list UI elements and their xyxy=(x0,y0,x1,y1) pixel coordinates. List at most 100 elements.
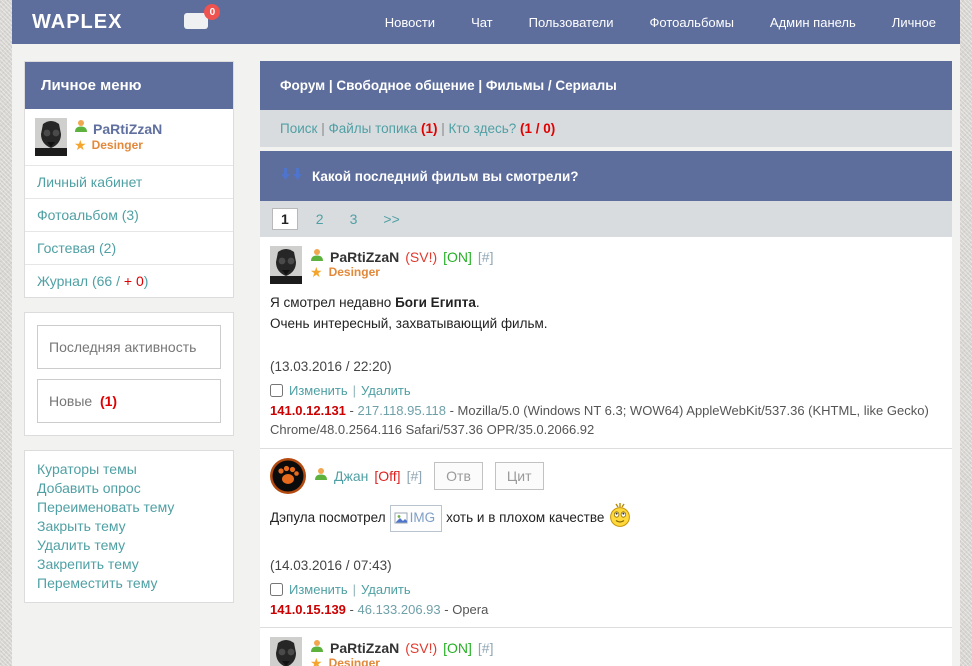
page-2-link[interactable]: 2 xyxy=(308,209,332,229)
sidebar-item-label: Фотоальбом xyxy=(37,207,118,223)
post-anchor-link[interactable]: [#] xyxy=(407,468,423,484)
post-date: (14.03.2016 / 07:43) xyxy=(270,558,942,573)
who-is-here-link[interactable]: Кто здесь? xyxy=(449,121,517,136)
nav-chat[interactable]: Чат xyxy=(471,15,493,30)
sidebar-item-guestbook[interactable]: Гостевая (2) xyxy=(25,231,233,264)
post-author-avatar[interactable] xyxy=(270,637,302,666)
action-delete-topic[interactable]: Удалить тему xyxy=(37,536,221,555)
post-select-checkbox[interactable] xyxy=(270,384,283,397)
img-placeholder-label: IMG xyxy=(410,508,436,529)
page-current: 1 xyxy=(272,208,298,230)
post-edit-link[interactable]: Изменить xyxy=(289,582,348,597)
post-select-checkbox[interactable] xyxy=(270,583,283,596)
topic-title: Какой последний фильм вы смотрели? xyxy=(312,169,579,184)
quote-button[interactable]: Цит xyxy=(495,462,544,490)
action-rename-topic[interactable]: Переименовать тему xyxy=(37,498,221,517)
page-wrapper: WAPLEX 0 Новости Чат Пользователи Фотоал… xyxy=(12,0,960,666)
nav-photoalbums[interactable]: Фотоальбомы xyxy=(650,15,734,30)
new-items-button[interactable]: Новые (1) xyxy=(37,379,221,423)
post-author-name[interactable]: Джан xyxy=(334,468,368,484)
messages-count-badge: 0 xyxy=(204,4,220,20)
messages-button[interactable]: 0 xyxy=(184,9,214,35)
topic-files-link[interactable]: Файлы топика xyxy=(328,121,417,136)
user-role: Desinger xyxy=(92,138,143,152)
post: Джан [Off] [#] Отв Цит Дэпула посмотрел I… xyxy=(260,449,952,628)
ip-separator: - xyxy=(350,602,354,617)
post-delete-link[interactable]: Удалить xyxy=(361,383,411,398)
sidebar-item-label: Личный кабинет xyxy=(37,174,142,190)
sidebar-item-label: Гостевая xyxy=(37,240,95,256)
breadcrumb-bar: Форум | Свободное общение | Фильмы / Сер… xyxy=(260,61,952,110)
sidebar-item-cabinet[interactable]: Личный кабинет xyxy=(25,165,233,198)
page-next-link[interactable]: >> xyxy=(375,209,407,229)
ip-separator: - xyxy=(350,403,354,418)
post: PaRtiZzaN (SV!) [ON] [#] ★ Desinger xyxy=(260,237,952,449)
post-author-avatar[interactable] xyxy=(270,246,302,284)
actions-separator: | xyxy=(353,383,356,398)
broken-image-placeholder[interactable]: IMG xyxy=(390,505,443,532)
action-curators[interactable]: Кураторы темы xyxy=(37,460,221,479)
post-date: (13.03.2016 / 22:20) xyxy=(270,359,942,374)
post-anchor-link[interactable]: [#] xyxy=(478,640,494,656)
sidebar-username[interactable]: PaRtiZzaN xyxy=(93,121,162,137)
toolbar-separator: | xyxy=(441,121,445,136)
topic-actions-panel: Кураторы темы Добавить опрос Переименова… xyxy=(24,450,234,603)
sidebar: Личное меню PaRtiZzaN ★ Desinger xyxy=(24,61,234,617)
sidebar-user-card: PaRtiZzaN ★ Desinger xyxy=(25,109,233,165)
post-text: Очень интересный, захватывающий фильм. xyxy=(270,314,942,335)
main-content: Форум | Свободное общение | Фильмы / Сер… xyxy=(260,61,952,666)
post-author-avatar[interactable] xyxy=(270,458,306,494)
sidebar-menu: Личный кабинет Фотоальбом (3) Гостевая (… xyxy=(25,165,233,297)
post-text-bold: Боги Египта xyxy=(395,295,476,310)
arrows-down-icon xyxy=(280,168,304,184)
post-author-status: [Off] xyxy=(374,468,400,484)
sidebar-item-photoalbum[interactable]: Фотоальбом (3) xyxy=(25,198,233,231)
user-online-icon xyxy=(74,119,88,138)
action-add-poll[interactable]: Добавить опрос xyxy=(37,479,221,498)
toolbar-separator: | xyxy=(321,121,325,136)
post-actions: Изменить | Удалить xyxy=(270,582,942,597)
sidebar-item-label: Журнал xyxy=(37,273,88,289)
main-nav: Новости Чат Пользователи Фотоальбомы Адм… xyxy=(385,15,936,30)
action-close-topic[interactable]: Закрыть тему xyxy=(37,517,221,536)
star-icon: ★ xyxy=(310,265,323,279)
nav-personal[interactable]: Личное xyxy=(892,15,936,30)
search-link[interactable]: Поиск xyxy=(280,121,317,136)
post-anchor-link[interactable]: [#] xyxy=(478,249,494,265)
post-author-status: [ON] xyxy=(443,249,472,265)
post: PaRtiZzaN (SV!) [ON] [#] ★ Desinger xyxy=(260,628,952,666)
post-ip-secondary[interactable]: 217.118.95.118 xyxy=(358,403,446,418)
post-text: Дэпула посмотрел xyxy=(270,510,386,525)
user-avatar[interactable] xyxy=(35,118,67,156)
post-body: Я смотрел недавно Боги Египта. Очень инт… xyxy=(270,293,942,335)
post-user-agent: - Opera xyxy=(444,602,488,617)
journal-new-count: + 0 xyxy=(124,273,144,289)
post-text: Я смотрел недавно xyxy=(270,295,395,310)
nav-users[interactable]: Пользователи xyxy=(529,15,614,30)
post-author-name[interactable]: PaRtiZzaN xyxy=(330,640,399,656)
nav-admin-panel[interactable]: Админ панель xyxy=(770,15,856,30)
new-items-label: Новые xyxy=(49,393,92,409)
smiley-icon xyxy=(609,515,631,530)
post-author-name[interactable]: PaRtiZzaN xyxy=(330,249,399,265)
post-delete-link[interactable]: Удалить xyxy=(361,582,411,597)
action-pin-topic[interactable]: Закрепить тему xyxy=(37,555,221,574)
journal-count-close: ) xyxy=(144,273,149,289)
breadcrumb: Форум | Свободное общение | Фильмы / Сер… xyxy=(280,78,617,93)
user-online-icon xyxy=(310,248,324,265)
action-move-topic[interactable]: Переместить тему xyxy=(37,574,221,593)
star-icon: ★ xyxy=(74,138,87,152)
actions-separator: | xyxy=(353,582,356,597)
sidebar-item-journal[interactable]: Журнал (66 / + 0) xyxy=(25,264,233,297)
nav-news[interactable]: Новости xyxy=(385,15,435,30)
post-author-clan: (SV!) xyxy=(405,249,437,265)
page-3-link[interactable]: 3 xyxy=(342,209,366,229)
site-logo: WAPLEX xyxy=(32,11,122,34)
post-edit-link[interactable]: Изменить xyxy=(289,383,348,398)
reply-button[interactable]: Отв xyxy=(434,462,483,490)
post-ip-secondary[interactable]: 46.133.206.93 xyxy=(358,602,441,617)
user-online-icon xyxy=(310,639,324,656)
last-activity-button[interactable]: Последняя активность xyxy=(37,325,221,369)
journal-count-open: (66 / xyxy=(92,273,124,289)
post-ip-primary: 141.0.12.131 xyxy=(270,403,346,418)
